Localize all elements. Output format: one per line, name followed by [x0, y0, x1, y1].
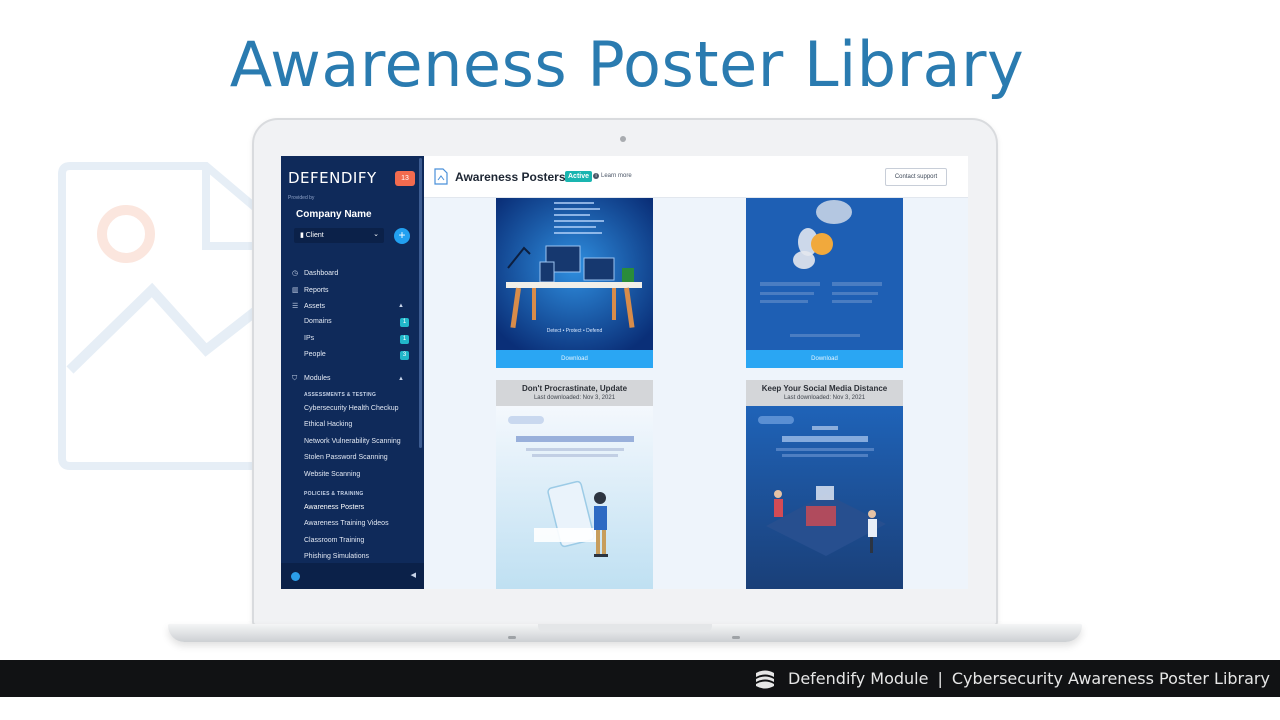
poster-tagline: Detect • Protect • Defend [547, 328, 603, 334]
list-icon: ☰ [292, 303, 299, 310]
poster-title: Keep Your Social Media Distance [761, 384, 888, 393]
caption-separator: | [937, 669, 943, 688]
last-downloaded-label: Last downloaded: Nov 3, 2021 [783, 395, 866, 401]
sidebar-item-health-checkup[interactable]: Cybersecurity Health Checkup [304, 405, 399, 412]
sidebar-item-network-scanning[interactable]: Network Vulnerability Scanning [304, 438, 401, 445]
chevron-up-icon[interactable]: ▲ [398, 303, 404, 309]
slide-headline: Awareness Poster Library [229, 28, 1025, 101]
sidebar-item-reports[interactable]: ▥ Reports [292, 286, 329, 294]
caption-text: Defendify Module | Cybersecurity Awareness… [788, 669, 1270, 688]
dashboard-icon: ◷ [292, 270, 299, 277]
notification-badge[interactable]: 13 [395, 171, 415, 186]
poster-header: Don't Procrastinate, Update Last downloa… [496, 380, 653, 406]
sidebar-item-phishing[interactable]: Phishing Simulations [304, 553, 369, 560]
sidebar-item-people[interactable]: People [304, 351, 326, 358]
sidebar-item-label: Assets [304, 303, 326, 310]
company-name: Company Name [296, 209, 372, 220]
last-downloaded-label: Last downloaded: Nov 3, 2021 [533, 395, 616, 401]
contact-support-button[interactable]: Contact support [885, 168, 947, 186]
sidebar-item-domains[interactable]: Domains [304, 318, 332, 325]
caption-description: Cybersecurity Awareness Poster Library [951, 669, 1270, 688]
caption-module: Defendify Module [788, 669, 929, 688]
provided-by-label: Provided by [288, 195, 315, 201]
sidebar-item-password-scanning[interactable]: Stolen Password Scanning [304, 454, 388, 461]
sidebar-item-label: Reports [304, 287, 329, 294]
poster-title: Don't Procrastinate, Update [521, 384, 628, 393]
page-title: Awareness Posters [455, 170, 566, 184]
poster-card: Don't Procrastinate, Update Last downloa… [496, 380, 653, 589]
poster-thumbnail[interactable]: Detect • Protect • Defend [496, 198, 653, 350]
poster-thumbnail[interactable] [746, 406, 903, 589]
main-content: Awareness Posters Active i Learn more Con… [424, 156, 968, 589]
sidebar-item-assets[interactable]: ☰ Assets [292, 302, 325, 310]
image-placeholder-icon [58, 162, 274, 470]
poster-card: Keep Your Social Media Distance Last dow… [746, 380, 903, 589]
laptop-foot [732, 636, 740, 639]
caption-bar: Defendify Module | Cybersecurity Awareness… [0, 660, 1280, 697]
chevron-up-icon[interactable]: ▲ [398, 376, 404, 382]
sidebar: DEFENDIFY 13 Provided by Company Name ▮ … [281, 156, 424, 589]
user-avatar-icon[interactable] [291, 572, 300, 581]
poster-thumbnail[interactable] [746, 198, 903, 350]
sidebar-item-dashboard[interactable]: ◷ Dashboard [292, 269, 338, 277]
defendify-logo[interactable]: DEFENDIFY [288, 169, 377, 187]
info-icon: i [593, 173, 599, 179]
download-button[interactable]: Download [746, 350, 903, 368]
sidebar-item-training-videos[interactable]: Awareness Training Videos [304, 520, 389, 527]
section-heading-assessments: ASSESSMENTS & TESTING [304, 392, 377, 398]
section-heading-policies: POLICIES & TRAINING [304, 491, 364, 497]
poster-thumbnail[interactable] [496, 406, 653, 589]
defendify-logo-icon [756, 670, 774, 689]
client-select[interactable]: ▮ Client ⌄ [294, 228, 384, 243]
client-select-value: Client [305, 232, 324, 239]
status-badge: Active [565, 171, 593, 182]
poster-card: Detect • Protect • Defend Download [496, 198, 653, 368]
app-screen: DEFENDIFY 13 Provided by Company Name ▮ … [281, 156, 968, 589]
poster-header: Keep Your Social Media Distance Last dow… [746, 380, 903, 406]
document-icon [434, 168, 448, 185]
sidebar-item-awareness-posters[interactable]: Awareness Posters [304, 504, 364, 511]
laptop-opening-notch [538, 624, 712, 632]
sidebar-item-ethical-hacking[interactable]: Ethical Hacking [304, 421, 352, 428]
learn-more-label: Learn more [601, 173, 632, 179]
sidebar-item-ips[interactable]: IPs [304, 335, 314, 342]
sidebar-item-label: Modules [304, 375, 331, 382]
sidebar-scrollbar[interactable] [419, 158, 422, 448]
download-button[interactable]: Download [496, 350, 653, 368]
page-header: Awareness Posters Active i Learn more Con… [424, 156, 968, 198]
sidebar-footer: ◀ [281, 563, 424, 589]
add-client-button[interactable]: + [394, 228, 410, 244]
sidebar-item-classroom-training[interactable]: Classroom Training [304, 537, 364, 544]
slide: Awareness Poster Library DEFENDIFY 13 Pr… [0, 0, 1280, 720]
poster-card: Download [746, 198, 903, 368]
bar-chart-icon: ▥ [292, 287, 299, 294]
ips-count-badge: 1 [400, 335, 409, 344]
shield-icon: ⛉ [292, 375, 298, 382]
sidebar-item-website-scanning[interactable]: Website Scanning [304, 471, 360, 478]
people-count-badge: 3 [400, 351, 409, 360]
sidebar-item-modules[interactable]: ⛉ Modules [292, 375, 330, 383]
laptop-camera [620, 136, 626, 142]
domains-count-badge: 1 [400, 318, 409, 327]
laptop-foot [508, 636, 516, 639]
learn-more-link[interactable]: i Learn more [593, 173, 632, 179]
chevron-down-icon: ⌄ [373, 231, 379, 238]
collapse-sidebar-icon[interactable]: ◀ [411, 571, 416, 579]
sidebar-item-label: Dashboard [304, 270, 339, 277]
